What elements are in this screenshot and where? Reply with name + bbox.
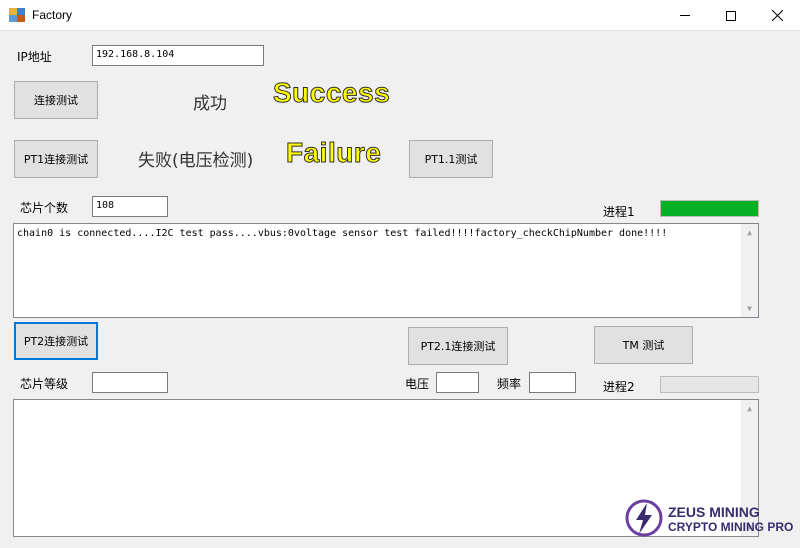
pt1-connect-test-button[interactable]: PT1连接测试	[14, 140, 98, 178]
frequency-input[interactable]	[529, 372, 576, 393]
chip-count-input[interactable]: 108	[92, 196, 168, 217]
voltage-label: 电压	[405, 377, 430, 391]
lightning-logo-icon	[625, 499, 663, 537]
log-output-1-text: chain0 is connected....I2C test pass....…	[17, 228, 668, 239]
ip-address-input[interactable]: 192.168.8.104	[92, 45, 264, 66]
voltage-input[interactable]	[436, 372, 479, 393]
scroll-up-icon[interactable]: ▲	[741, 224, 758, 241]
pt1-1-test-button[interactable]: PT1.1测试	[409, 140, 493, 178]
maximize-button[interactable]	[708, 0, 754, 31]
pt2-1-connect-test-button[interactable]: PT2.1连接测试	[408, 327, 508, 365]
close-button[interactable]	[754, 0, 800, 31]
maximize-icon	[726, 10, 736, 21]
progress1-label: 进程1	[603, 205, 635, 219]
title-bar: Factory	[0, 0, 800, 31]
progress2-label: 进程2	[603, 380, 635, 394]
scroll-down-icon[interactable]: ▼	[741, 300, 758, 317]
ip-label: IP地址	[17, 50, 52, 64]
minimize-icon	[680, 15, 690, 16]
chip-count-label: 芯片个数	[20, 201, 69, 215]
window-title: Factory	[32, 8, 73, 22]
log-output-1-scrollbar[interactable]: ▲ ▼	[741, 224, 758, 317]
failure-label-cn: 失败(电压检测)	[138, 151, 254, 171]
chip-grade-input[interactable]	[92, 372, 168, 393]
app-window-icon	[9, 8, 25, 22]
frequency-label: 频率	[497, 377, 522, 391]
success-label-cn: 成功	[193, 94, 227, 114]
progress-bar-1	[660, 200, 759, 217]
progress-bar-2	[660, 376, 759, 393]
progress-bar-1-fill	[661, 201, 758, 216]
tm-test-button[interactable]: TM 测试	[594, 326, 693, 364]
log-output-1[interactable]: chain0 is connected....I2C test pass....…	[13, 223, 759, 318]
minimize-button[interactable]	[662, 0, 708, 31]
connect-test-button[interactable]: 连接测试	[14, 81, 98, 119]
watermark-line1: ZEUS MINING	[668, 504, 760, 520]
success-label: Success	[272, 77, 391, 109]
failure-label: Failure	[285, 137, 382, 169]
pt2-connect-test-button[interactable]: PT2连接测试	[14, 322, 98, 360]
close-icon	[771, 10, 783, 21]
scroll-up-icon[interactable]: ▲	[741, 400, 758, 417]
watermark-logo: ZEUS MINING CRYPTO MINING PRO	[624, 496, 800, 544]
watermark-line2: CRYPTO MINING PRO	[668, 520, 794, 534]
chip-grade-label: 芯片等级	[20, 377, 69, 391]
